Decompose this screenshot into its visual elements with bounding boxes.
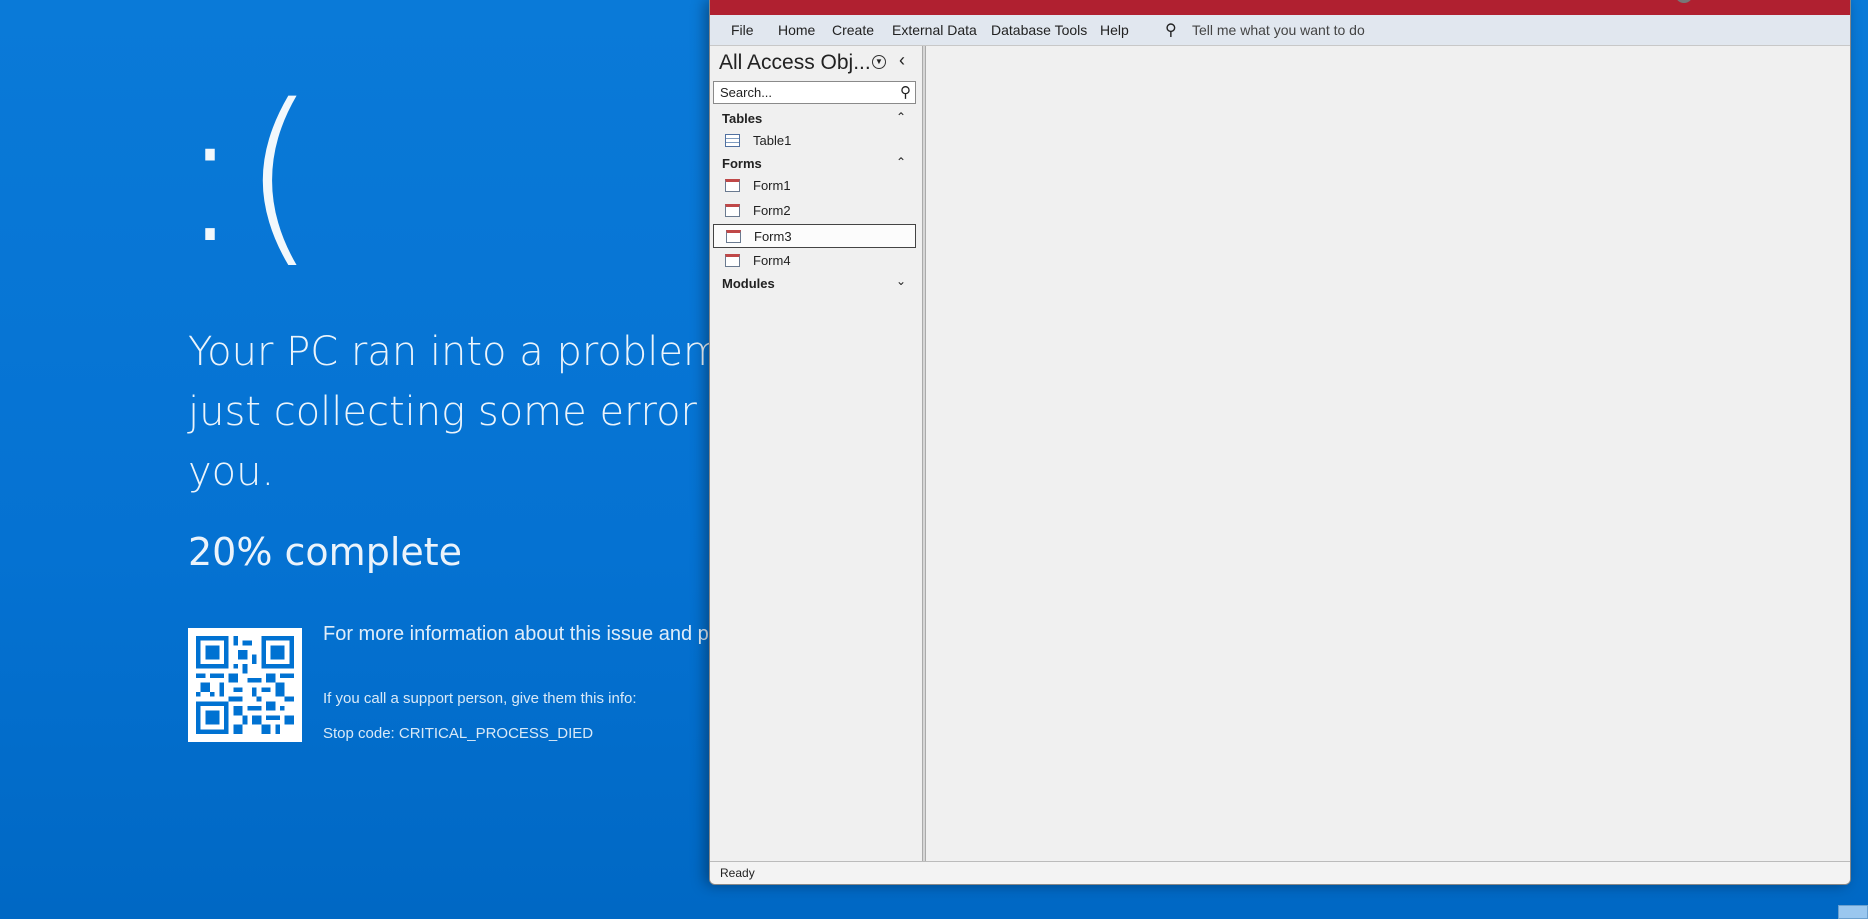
more-info-text: For more information about this issue an… xyxy=(323,623,730,645)
sad-face: :( xyxy=(178,64,317,285)
tab-home[interactable]: Home xyxy=(778,22,815,38)
form-icon xyxy=(725,204,740,217)
nav-item-form3[interactable]: Form3 xyxy=(713,224,916,248)
form-icon xyxy=(725,179,740,192)
tab-create[interactable]: Create xyxy=(832,22,874,38)
pane-splitter[interactable] xyxy=(922,46,926,861)
group-forms[interactable]: Forms xyxy=(722,156,762,171)
tab-help[interactable]: Help xyxy=(1100,22,1129,38)
tell-me-input[interactable]: Tell me what you want to do xyxy=(1192,22,1365,38)
nav-item-form4[interactable]: Form4 xyxy=(713,249,916,273)
nav-search-input[interactable]: Search... ⚲ xyxy=(713,81,916,104)
avatar[interactable] xyxy=(1675,0,1693,3)
dropdown-icon[interactable]: ▼ xyxy=(872,55,886,69)
search-placeholder: Search... xyxy=(720,85,773,100)
chevron-up-icon[interactable]: ⌃ xyxy=(896,110,906,124)
collapse-pane-icon[interactable]: ‹ xyxy=(899,50,905,71)
progress-text: 20% complete xyxy=(188,530,463,574)
form-icon xyxy=(725,254,740,267)
ribbon-tabs: File Home Create External Data Database … xyxy=(710,15,1850,46)
chevron-down-icon[interactable]: ⌄ xyxy=(896,274,906,288)
title-bar xyxy=(710,0,1850,15)
access-window: File Home Create External Data Database … xyxy=(709,0,1851,885)
tab-file[interactable]: File xyxy=(731,22,754,38)
nav-pane-title[interactable]: All Access Obj... xyxy=(719,51,871,75)
nav-item-form2[interactable]: Form2 xyxy=(713,199,916,223)
tab-external-data[interactable]: External Data xyxy=(892,22,977,38)
form-icon xyxy=(726,230,741,243)
table-icon xyxy=(725,134,740,147)
taskbar-fragment xyxy=(1838,905,1868,919)
status-bar: Ready xyxy=(710,861,1850,884)
search-icon[interactable]: ⚲ xyxy=(1165,20,1177,40)
chevron-up-icon[interactable]: ⌃ xyxy=(896,155,906,169)
status-text: Ready xyxy=(720,866,755,880)
nav-item-form1[interactable]: Form1 xyxy=(713,174,916,198)
navigation-pane: All Access Obj... ▼ ‹ Search... ⚲ Tables… xyxy=(710,46,922,861)
tab-database-tools[interactable]: Database Tools xyxy=(991,22,1087,38)
nav-item-table1[interactable]: Table1 xyxy=(713,129,916,153)
search-icon[interactable]: ⚲ xyxy=(900,83,911,101)
group-tables[interactable]: Tables xyxy=(722,111,762,126)
stop-code: Stop code: CRITICAL_PROCESS_DIED xyxy=(323,725,594,742)
support-text: If you call a support person, give them … xyxy=(323,690,637,707)
group-modules[interactable]: Modules xyxy=(722,276,775,291)
qr-code xyxy=(188,628,302,742)
